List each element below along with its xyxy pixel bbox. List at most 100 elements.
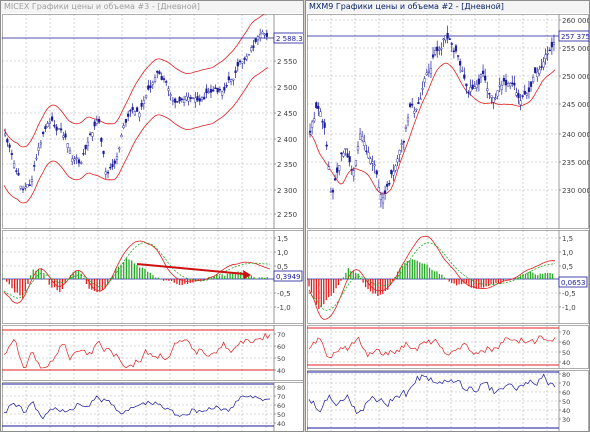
price-pane-left[interactable]: 2 550 2 500 2 450 2 400 2 350 2 300 2 250 2 588…	[2, 11, 303, 229]
candle	[371, 161, 374, 164]
candle	[329, 191, 332, 193]
candle	[100, 137, 103, 142]
oscillator2-pane-right[interactable]: 80 70 60 50 40 30	[307, 370, 589, 431]
candle	[250, 47, 253, 52]
axis-tick-label: 2 300	[277, 187, 297, 195]
price-chart-left: 2 550 2 500 2 450 2 400 2 350 2 300 2 250 2 588…	[2, 11, 303, 229]
oscillator-line	[3, 395, 271, 420]
candle	[352, 170, 355, 177]
candle	[26, 184, 29, 188]
candle	[348, 156, 351, 163]
candle	[496, 90, 499, 97]
macd-chart-right: 1,5 1,0 0,5 -0,5 -1,0 0,0653	[307, 230, 589, 324]
candle	[536, 71, 539, 77]
axis-tick-label: 50	[562, 398, 570, 406]
envelope-lower	[3, 67, 269, 204]
axis-tick-label: 40	[277, 420, 285, 428]
candle	[51, 116, 54, 121]
candle	[494, 97, 497, 100]
candle	[30, 179, 34, 182]
candle	[6, 138, 9, 143]
candle	[158, 71, 161, 75]
candle	[313, 118, 316, 122]
axis-tick-label: 1,5	[562, 235, 573, 243]
candle	[388, 183, 391, 185]
candle	[221, 91, 224, 96]
candle	[444, 35, 447, 41]
candle	[463, 74, 466, 79]
candle	[373, 164, 376, 167]
candle	[400, 143, 403, 145]
candle	[53, 124, 56, 127]
candle	[456, 55, 460, 57]
candle	[44, 126, 47, 130]
axis-tick-label: 0,5	[277, 263, 288, 271]
candle	[431, 54, 435, 58]
candle	[118, 147, 121, 150]
candle	[467, 91, 470, 94]
axis-tick-label: 260 000	[562, 17, 589, 25]
last-price-label: 0,3949	[276, 273, 301, 281]
candle	[174, 98, 177, 103]
candle	[498, 84, 501, 87]
candle	[136, 107, 139, 112]
candle	[194, 97, 197, 103]
candle	[241, 61, 244, 64]
candle	[500, 84, 503, 90]
window-title-left[interactable]: MICEX Графики цены и объема #3 - [Дневно…	[1, 1, 303, 13]
candle	[243, 58, 246, 60]
oscillator-pane-left[interactable]: 70 60 50 40	[2, 325, 303, 381]
candle	[178, 97, 181, 102]
candle	[111, 163, 114, 167]
macd-pane-right[interactable]: 1,5 1,0 0,5 -0,5 -1,0 0,0653	[307, 230, 589, 324]
axis-tick-label: 230 000	[562, 187, 589, 195]
candle	[509, 83, 512, 87]
candle	[162, 78, 166, 80]
candle	[209, 89, 213, 93]
window-title-right[interactable]: MXM9 Графики цены и объема #2 - [Дневной…	[306, 1, 589, 13]
candle	[102, 150, 105, 155]
macd-pane-left[interactable]: 1,5 1,0 0,5 -0,5 -1,0 0,3949	[2, 230, 303, 324]
candle	[342, 152, 345, 157]
candle	[529, 81, 533, 87]
oscillator2-pane-left[interactable]: 80 70 60 50 40	[2, 382, 303, 431]
candle	[434, 50, 437, 55]
candle	[12, 163, 16, 168]
candle	[214, 87, 217, 90]
candle	[203, 96, 206, 100]
chart-window-right[interactable]: MXM9 Графики цены и объема #2 - [Дневной…	[305, 0, 590, 432]
candle	[46, 123, 49, 127]
candle	[417, 102, 420, 105]
candle	[381, 197, 385, 204]
chart-window-left[interactable]: MICEX Графики цены и объема #3 - [Дневно…	[0, 0, 304, 432]
candle	[153, 77, 157, 82]
candle	[336, 167, 339, 173]
candle	[484, 75, 487, 81]
candle	[55, 126, 58, 131]
oscillator-chart-right: 70 60 50 40	[307, 325, 589, 369]
candle	[438, 49, 441, 51]
axis-tick-label: 40	[277, 367, 285, 375]
oscillator-pane-right[interactable]: 70 60 50 40	[307, 325, 589, 369]
macd-chart-left: 1,5 1,0 0,5 -0,5 -1,0 0,3949	[2, 230, 303, 324]
candle	[48, 121, 51, 124]
candle	[156, 70, 159, 73]
candle	[386, 183, 389, 187]
candle	[344, 148, 347, 150]
pane-border	[307, 14, 589, 229]
candle	[97, 119, 101, 123]
candle	[37, 147, 40, 151]
price-pane-right[interactable]: 260 000 255 000 250 000 245 000 240 000 235 0…	[307, 14, 589, 229]
axis-tick-label: 40	[562, 359, 570, 367]
candle	[413, 110, 416, 114]
candle	[331, 189, 335, 193]
axis-tick-label: 0,5	[562, 263, 573, 271]
candle	[252, 45, 255, 48]
candle	[427, 70, 430, 73]
candle	[77, 159, 81, 164]
candle	[506, 83, 510, 87]
candle	[263, 33, 266, 36]
candle	[66, 143, 69, 148]
candle	[167, 88, 170, 91]
candle	[138, 112, 141, 118]
